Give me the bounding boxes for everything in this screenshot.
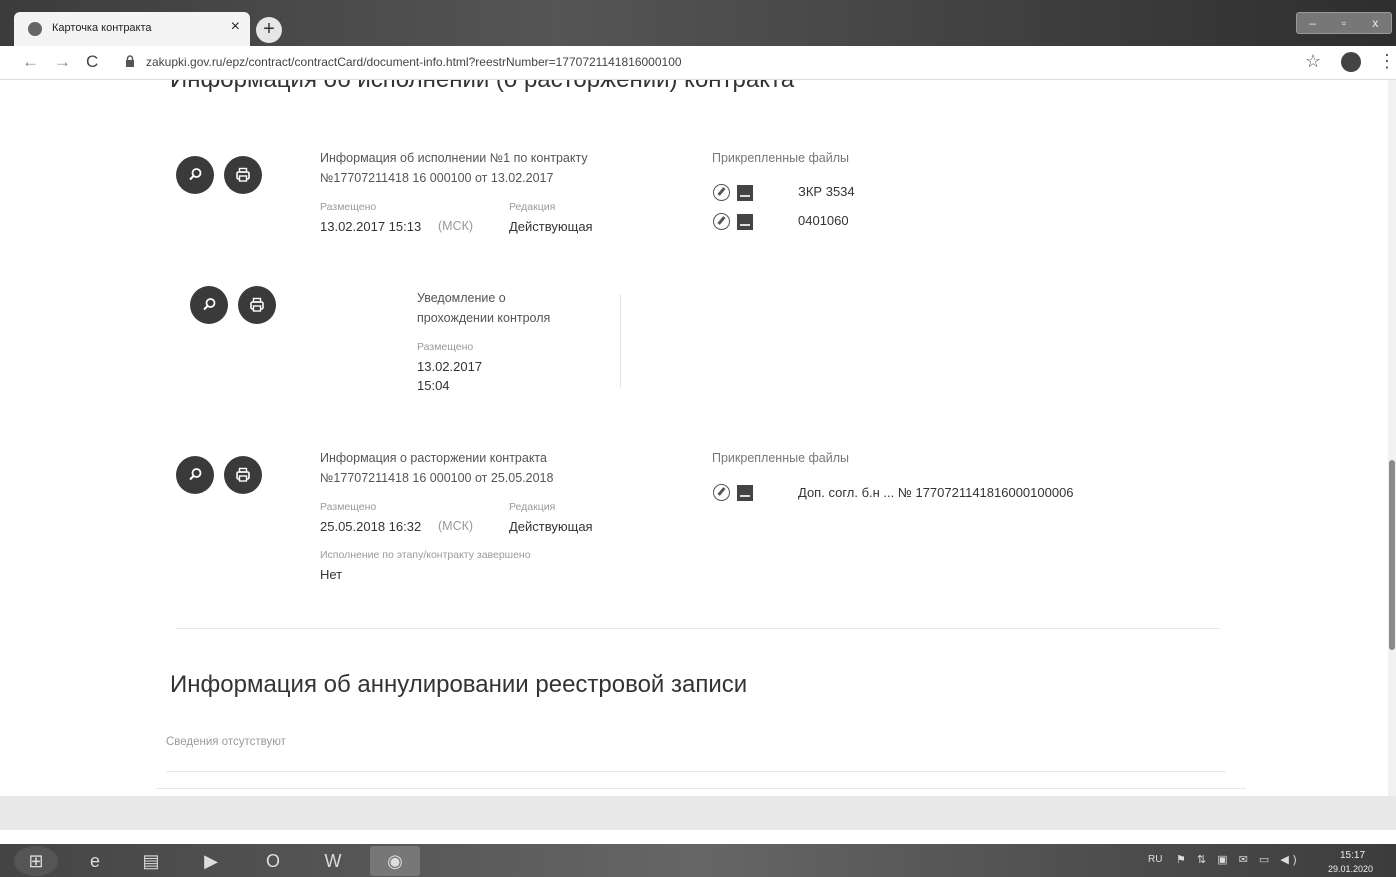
search-icon: [189, 168, 202, 181]
windows-taskbar: ⊞ e ▤ ▶ O W ◉ RU ⚑ ⇅ ▣ ✉ ▭ ◀) 15:17 29.0…: [0, 844, 1396, 877]
pdf-file-icon[interactable]: [737, 213, 753, 230]
section-divider: [156, 788, 1246, 789]
page-footer-strip: [0, 830, 1396, 844]
site-favicon-icon: [28, 22, 42, 36]
edition-label: Редакция: [509, 501, 556, 513]
back-arrow-icon[interactable]: ←: [22, 52, 39, 72]
edition-value: Действующая: [509, 219, 593, 234]
timezone-label: (МСК): [438, 219, 474, 233]
printer-icon: [236, 167, 250, 182]
posted-label: Размещено: [417, 341, 474, 353]
account-icon[interactable]: [1341, 52, 1361, 72]
bookmark-star-icon[interactable]: ☆: [1305, 51, 1321, 72]
window-controls: – ▫ x: [1296, 12, 1392, 34]
forward-arrow-icon[interactable]: →: [54, 52, 71, 72]
tab-title: Карточка контракта: [52, 22, 152, 34]
posted-label: Размещено: [320, 201, 377, 213]
posted-value-date: 13.02.2017: [417, 359, 483, 374]
view-button[interactable]: [176, 156, 214, 194]
scrollbar-thumb[interactable]: [1389, 460, 1395, 650]
printer-icon: [236, 467, 250, 482]
url-input[interactable]: zakupki.gov.ru/epz/contract/contractCard…: [146, 55, 682, 69]
file-link[interactable]: 0401060: [798, 213, 849, 228]
file-link[interactable]: ЗКР 3534: [798, 184, 855, 199]
search-icon: [189, 468, 202, 481]
section-divider: [176, 628, 1220, 629]
view-button[interactable]: [176, 456, 214, 494]
browser-tab[interactable]: Карточка контракта ×: [14, 12, 250, 46]
system-tray-icons[interactable]: ⚑ ⇅ ▣ ✉ ▭ ◀): [1176, 853, 1300, 866]
signature-icon[interactable]: [713, 184, 730, 201]
record-title-line2[interactable]: №17707211418 16 000100 от 25.05.2018: [320, 468, 553, 488]
tab-close-icon[interactable]: ×: [231, 18, 240, 36]
word-icon[interactable]: W: [308, 846, 358, 876]
annulment-empty-text: Сведения отсутствуют: [166, 736, 286, 748]
section-divider: [166, 771, 1226, 772]
annulment-title: Информация об аннулировании реестровой з…: [170, 671, 748, 698]
timezone-label: (МСК): [438, 519, 474, 533]
menu-icon[interactable]: ⋮: [1378, 51, 1396, 72]
posted-value: 13.02.2017 15:13: [320, 219, 422, 234]
lock-icon: [126, 55, 134, 67]
pdf-file-icon[interactable]: [737, 184, 753, 201]
close-window-button[interactable]: x: [1360, 13, 1391, 33]
chrome-icon[interactable]: ◉: [370, 846, 420, 876]
record-title-line1[interactable]: Уведомление о: [417, 288, 506, 308]
print-button[interactable]: [224, 156, 262, 194]
record-title-line2[interactable]: №17707211418 16 000100 от 13.02.2017: [320, 168, 553, 188]
file-row[interactable]: [713, 213, 753, 230]
edition-value: Действующая: [509, 519, 593, 534]
reload-icon[interactable]: C: [86, 52, 98, 72]
attached-files-title: Прикрепленные файлы: [712, 151, 850, 165]
internet-explorer-icon[interactable]: e: [70, 846, 120, 876]
record-title-line1[interactable]: Информация об исполнении №1 по контракту: [320, 148, 588, 168]
search-icon: [203, 298, 216, 311]
clock-time[interactable]: 15:17: [1340, 850, 1365, 861]
posted-value: 25.05.2018 16:32: [320, 519, 422, 534]
edition-label: Редакция: [509, 201, 556, 213]
pdf-file-icon[interactable]: [737, 484, 753, 501]
file-row[interactable]: [713, 184, 753, 201]
outlook-icon[interactable]: O: [248, 846, 298, 876]
file-link[interactable]: Доп. согл. б.н ... № 1770721141816000100…: [798, 485, 1074, 500]
windows-start-icon[interactable]: ⊞: [14, 846, 58, 876]
section-title: Информация об исполнении (о расторжении)…: [170, 80, 794, 94]
address-bar: ← → C zakupki.gov.ru/epz/contract/contra…: [0, 46, 1396, 80]
print-button[interactable]: [224, 456, 262, 494]
page-footer-band: [0, 796, 1396, 844]
page-content: Информация об исполнении (о расторжении)…: [0, 80, 1396, 796]
file-row[interactable]: [713, 484, 753, 501]
record-title-line2[interactable]: прохождении контроля: [417, 308, 550, 328]
file-explorer-icon[interactable]: ▤: [126, 846, 176, 876]
posted-label: Размещено: [320, 501, 377, 513]
browser-titlebar: Карточка контракта × + – ▫ x: [0, 0, 1396, 46]
scrollbar[interactable]: [1388, 80, 1396, 796]
language-indicator[interactable]: RU: [1148, 854, 1162, 865]
print-button[interactable]: [238, 286, 276, 324]
completed-label: Исполнение по этапу/контракту завершено: [320, 549, 531, 561]
signature-icon[interactable]: [713, 484, 730, 501]
printer-icon: [250, 297, 264, 312]
column-divider: [620, 294, 621, 388]
signature-icon[interactable]: [713, 213, 730, 230]
record-title-line1[interactable]: Информация о расторжении контракта: [320, 448, 547, 468]
completed-value: Нет: [320, 567, 343, 582]
minimize-button[interactable]: –: [1297, 13, 1328, 33]
attached-files-title: Прикрепленные файлы: [712, 451, 850, 465]
new-tab-button[interactable]: +: [256, 17, 282, 43]
media-player-icon[interactable]: ▶: [186, 846, 236, 876]
posted-value-time: 15:04: [417, 378, 450, 393]
maximize-button[interactable]: ▫: [1328, 13, 1359, 33]
view-button[interactable]: [190, 286, 228, 324]
clock-date[interactable]: 29.01.2020: [1328, 864, 1373, 874]
